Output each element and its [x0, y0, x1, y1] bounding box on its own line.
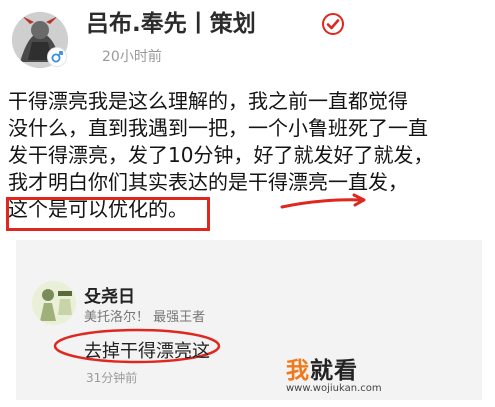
- reply-author-name[interactable]: 殳尧日: [84, 282, 135, 307]
- watermark-url: www.wojiukan.com: [286, 383, 382, 394]
- annotation-arrow-icon: [280, 193, 366, 209]
- post-line: 发干得漂亮，发了10分钟，好了就发好了就发，: [8, 143, 434, 167]
- reply-text: 去掉干得漂亮这: [84, 341, 210, 362]
- site-watermark: 我就看 www.wojiukan.com: [286, 351, 396, 401]
- gender-male-icon: [48, 48, 66, 66]
- post-line: 干得漂亮我是这么理解的，我之前一直都觉得: [8, 89, 408, 113]
- watermark-logo: 我就看: [286, 351, 396, 385]
- reply-avatar[interactable]: [32, 281, 76, 325]
- verified-badge-icon: [322, 13, 344, 35]
- watermark-logo-part: 就看: [310, 358, 358, 384]
- post-timestamp: 20小时前: [102, 49, 162, 65]
- reply-timestamp: 31分钟前: [86, 371, 138, 385]
- post-line: 没什么，直到我遇到一把，一个小鲁班死了一直: [8, 116, 428, 140]
- watermark-logo-part: 我: [286, 358, 310, 384]
- author-name[interactable]: 吕布.奉先丨策划: [86, 10, 256, 38]
- reply-author-tags: 美托洛尔！ 最强王者: [84, 310, 206, 325]
- post-line: 我才明白你们其实表达的是干得漂亮一直发，: [8, 170, 408, 194]
- reply-avatar-image: [32, 281, 76, 325]
- highlight-box: [6, 197, 210, 231]
